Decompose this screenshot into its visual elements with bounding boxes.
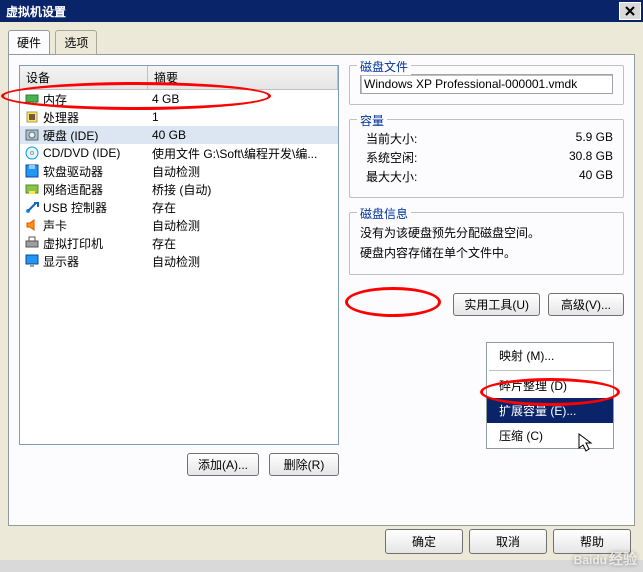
device-row[interactable]: USB 控制器 存在 [20,198,338,216]
usb-icon [24,200,40,214]
device-summary: 存在 [148,235,338,252]
tab-options[interactable]: 选项 [55,30,97,55]
printer-icon [24,236,40,250]
annotation-circle-utilities [345,287,441,317]
capacity-row: 当前大小: 5.9 GB [366,130,613,147]
device-row[interactable]: 处理器 1 [20,108,338,126]
device-row[interactable]: 软盘驱动器 自动检测 [20,162,338,180]
cancel-button[interactable]: 取消 [469,529,547,554]
diskfile-group: 磁盘文件 [349,65,624,105]
device-summary: 自动检测 [148,163,338,180]
capacity-value: 5.9 GB [576,130,613,147]
window-title: 虚拟机设置 [6,3,66,20]
device-summary: 40 GB [148,128,338,142]
capacity-value: 30.8 GB [569,149,613,166]
utilities-button[interactable]: 实用工具(U) [453,293,540,316]
menu-separator [489,370,611,371]
menu-defrag[interactable]: 碎片整理 (D) [487,373,613,398]
memory-icon [24,92,40,106]
capacity-key: 当前大小: [366,130,417,147]
capacity-value: 40 GB [579,168,613,185]
device-summary: 自动检测 [148,217,338,234]
diskinfo-line2: 硬盘内容存储在单个文件中。 [360,244,613,261]
close-button[interactable] [619,2,641,20]
device-name: 虚拟打印机 [43,235,103,252]
tab-hardware[interactable]: 硬件 [8,30,50,54]
device-row[interactable]: 网络适配器 桥接 (自动) [20,180,338,198]
diskinfo-line1: 没有为该硬盘预先分配磁盘空间。 [360,224,613,241]
device-name: 软盘驱动器 [43,163,103,180]
device-row[interactable]: 硬盘 (IDE) 40 GB [20,126,338,144]
device-row[interactable]: 内存 4 GB [20,90,338,108]
device-name: 处理器 [43,109,79,126]
device-row[interactable]: 声卡 自动检测 [20,216,338,234]
nic-icon [24,182,40,196]
cpu-icon [24,110,40,124]
title-bar: 虚拟机设置 [0,0,643,22]
device-summary: 自动检测 [148,253,338,270]
device-name: 硬盘 (IDE) [43,127,98,144]
capacity-row: 最大大小: 40 GB [366,168,613,185]
device-row[interactable]: 虚拟打印机 存在 [20,234,338,252]
device-name: 内存 [43,91,67,108]
sound-icon [24,218,40,232]
device-name: USB 控制器 [43,199,107,216]
diskinfo-group: 磁盘信息 没有为该硬盘预先分配磁盘空间。 硬盘内容存储在单个文件中。 [349,212,624,275]
help-button[interactable]: 帮助 [553,529,631,554]
menu-compress[interactable]: 压缩 (C) [487,423,613,448]
device-summary: 桥接 (自动) [148,181,338,198]
capacity-legend: 容量 [357,112,387,129]
diskfile-legend: 磁盘文件 [357,58,411,75]
menu-expand[interactable]: 扩展容量 (E)... [487,398,613,423]
display-icon [24,254,40,268]
list-header: 设备 摘要 [20,66,338,90]
device-summary: 4 GB [148,92,338,106]
utilities-menu: 映射 (M)... 碎片整理 (D) 扩展容量 (E)... 压缩 (C) [486,342,614,449]
device-row[interactable]: 显示器 自动检测 [20,252,338,270]
device-list: 设备 摘要 内存 4 GB 处理器 1 硬盘 (IDE) 40 GB CD/DVD (IDE… [19,65,339,445]
device-summary: 1 [148,110,338,124]
hdd-icon [24,128,40,142]
device-row[interactable]: CD/DVD (IDE) 使用文件 G:\Soft\编程开发\编... [20,144,338,162]
capacity-group: 容量 当前大小:5.9 GB系统空闲:30.8 GB最大大小:40 GB [349,119,624,198]
cursor-icon [578,433,594,453]
remove-button[interactable]: 删除(R) [269,453,339,476]
device-name: 显示器 [43,253,79,270]
device-summary: 存在 [148,199,338,216]
device-summary: 使用文件 G:\Soft\编程开发\编... [148,145,338,162]
capacity-key: 系统空闲: [366,149,417,166]
col-device[interactable]: 设备 [20,66,148,89]
cd-icon [24,146,40,160]
device-name: 网络适配器 [43,181,103,198]
ok-button[interactable]: 确定 [385,529,463,554]
capacity-key: 最大大小: [366,168,417,185]
capacity-row: 系统空闲: 30.8 GB [366,149,613,166]
advanced-button[interactable]: 高级(V)... [548,293,624,316]
menu-map[interactable]: 映射 (M)... [487,343,613,368]
diskfile-input[interactable] [360,74,613,94]
device-name: 声卡 [43,217,67,234]
floppy-icon [24,164,40,178]
add-button[interactable]: 添加(A)... [187,453,259,476]
col-summary[interactable]: 摘要 [148,66,338,89]
device-name: CD/DVD (IDE) [43,146,120,160]
diskinfo-legend: 磁盘信息 [357,205,411,222]
